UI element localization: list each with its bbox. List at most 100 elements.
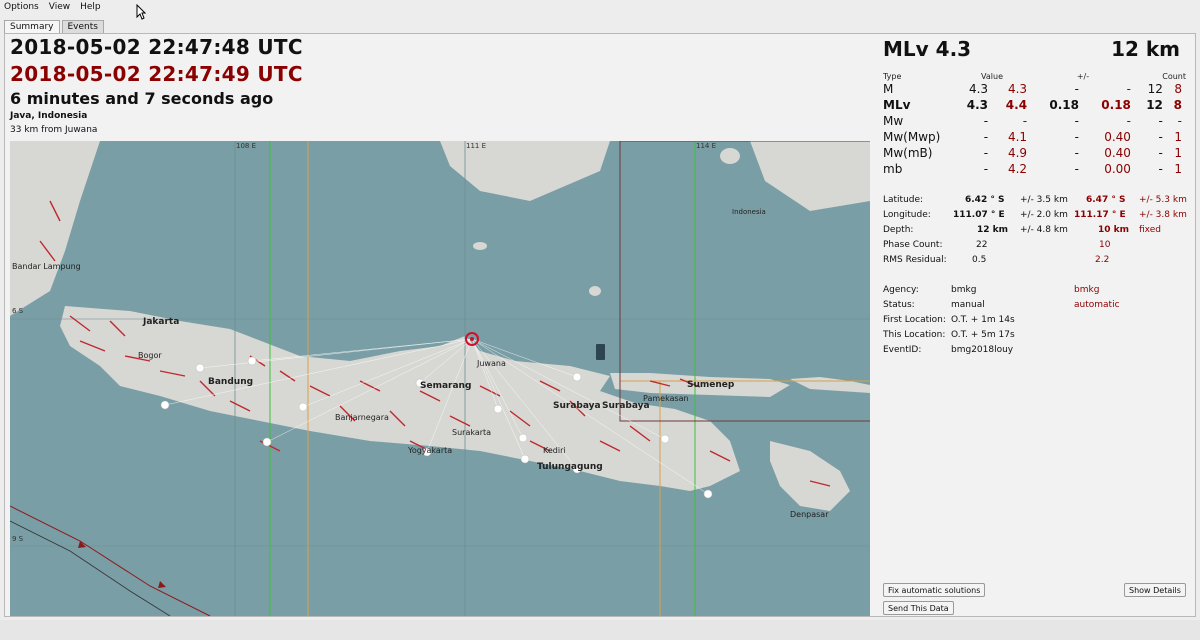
magnitude-row: M 4.3 4.3 - - 12 8 xyxy=(883,81,1186,97)
location-block: Latitude: 6.42 ° S +/- 3.5 km 6.47 ° S +… xyxy=(883,193,1188,268)
place-label: Bandar Lampung xyxy=(12,262,81,271)
magnitude-cell-type: Mw(Mwp) xyxy=(883,130,941,144)
origin-time-automatic: 2018-05-02 22:47:49 UTC xyxy=(10,62,303,86)
nearest-city: 33 km from Juwana xyxy=(10,125,98,135)
menu-help[interactable]: Help xyxy=(80,2,101,12)
region-name: Java, Indonesia xyxy=(10,111,88,121)
land-borneo xyxy=(440,141,610,201)
send-data-button[interactable]: Send This Data xyxy=(883,601,954,615)
magnitude-cell-c1: - xyxy=(1158,114,1163,128)
magnitude-row: Mw(mB) -4.9-0.40-1 xyxy=(883,145,1186,161)
magnitude-cell-c2: 1 xyxy=(1174,130,1182,144)
magnitude-cell-v1: - xyxy=(983,114,989,128)
magnitude-cell-type: Mw(mB) xyxy=(883,146,933,160)
menu-bar: Options View Help xyxy=(0,0,1200,14)
fix-automatic-button[interactable]: Fix automatic solutions xyxy=(883,583,986,597)
tab-summary[interactable]: Summary xyxy=(4,20,60,34)
origin-info-block: Agency: bmkg bmkg Status: manual automat… xyxy=(883,283,1188,358)
magnitude-cell-type: mb xyxy=(883,162,903,176)
magnitude-cell-v2: 4.4 xyxy=(1005,98,1028,112)
magnitude-cell-c1: - xyxy=(1158,130,1163,144)
magnitude-cell-v2: - xyxy=(1022,114,1028,128)
menu-options[interactable]: Options xyxy=(4,2,39,12)
land-java xyxy=(60,306,740,491)
col-type: Type xyxy=(883,71,902,81)
magnitude-cell-v1: - xyxy=(983,146,989,160)
magnitude-row: Mw - - - - - - xyxy=(883,113,1186,129)
tab-events[interactable]: Events xyxy=(61,20,104,34)
magnitude-cell-e2: - xyxy=(1126,82,1131,96)
magnitude-table: Type Value +/- Count M 4.3 4.3- -12 8 MLv 4.3 4… xyxy=(883,71,1186,177)
depth-headline: 12 km xyxy=(1111,37,1180,61)
land-bali xyxy=(770,441,850,511)
phase-count-row: Phase Count: 22 10 xyxy=(883,240,1111,250)
col-count: Count xyxy=(1162,71,1186,81)
magnitude-cell-c1: - xyxy=(1158,162,1163,176)
magnitude-cell-c2: - xyxy=(1177,114,1182,128)
menu-view[interactable]: View xyxy=(49,2,70,12)
magnitude-cell-v1: 4.3 xyxy=(968,82,989,96)
grid-label-lat: 9 S xyxy=(12,535,24,543)
show-details-button[interactable]: Show Details xyxy=(1124,583,1186,597)
origin-summary: MLv 4.3 12 km Type Value +/- Count M 4.3 4… xyxy=(880,35,1190,615)
col-value: Value xyxy=(981,71,1004,81)
first-location-row: First Location: O.T. + 1m 14s xyxy=(883,315,1015,325)
magnitude-cell-c2: 8 xyxy=(1173,98,1182,112)
agency-row: Agency: bmkg bmkg xyxy=(883,285,1100,295)
magnitude-cell-type: M xyxy=(883,82,894,96)
this-location-row: This Location: O.T. + 5m 17s xyxy=(883,330,1015,340)
magnitude-cell-v1: - xyxy=(983,130,989,144)
place-label: Indonesia xyxy=(732,208,766,216)
magnitude-cell-e2: 0.00 xyxy=(1104,162,1131,176)
place-label: Juwana xyxy=(477,359,506,368)
origin-time: 2018-05-02 22:47:48 UTC xyxy=(10,35,303,59)
magnitude-cell-v2: 4.3 xyxy=(1007,82,1028,96)
rms-row: RMS Residual: 0.5 2.2 xyxy=(883,255,1110,265)
magnitude-cell-c1: 12 xyxy=(1147,82,1163,96)
depth-row: Depth: 12 km +/- 4.8 km 10 km fixed xyxy=(883,225,1161,235)
magnitude-cell-e2: 0.40 xyxy=(1104,130,1131,144)
magnitude-cell-e1: - xyxy=(1074,114,1079,128)
magnitude-cell-c1: - xyxy=(1158,146,1163,160)
event-map[interactable]: 108 E 111 E 114 E 6 S 9 S Bandar Lampung… xyxy=(10,141,870,616)
magnitude-cell-e1: 0.18 xyxy=(1049,98,1079,112)
place-label: Surabaya xyxy=(553,401,601,411)
magnitude-cell-c2: 1 xyxy=(1174,162,1182,176)
grid-label-lon: 111 E xyxy=(466,142,487,150)
grid-label-lon: 108 E xyxy=(236,142,257,150)
grid-label-lon: 114 E xyxy=(696,142,717,150)
time-ago: 6 minutes and 7 seconds ago xyxy=(10,89,274,108)
magnitude-cell-c1: 12 xyxy=(1146,98,1163,112)
land-sumatra xyxy=(10,141,100,316)
magnitude-cell-v2: 4.2 xyxy=(1007,162,1028,176)
place-label: Tulungagung xyxy=(537,462,603,472)
magnitude-cell-v1: - xyxy=(983,162,989,176)
tab-bar: Summary Events xyxy=(4,20,106,34)
magnitude-cell-v2: 4.1 xyxy=(1007,130,1028,144)
magnitude-cell-e2: 0.40 xyxy=(1104,146,1131,160)
place-label: Semarang xyxy=(420,381,472,391)
magnitude-row: Mw(Mwp) -4.1-0.40-1 xyxy=(883,129,1186,145)
magnitude-cell-c2: 8 xyxy=(1174,82,1182,96)
place-label: Kediri xyxy=(543,446,566,455)
col-pm: +/- xyxy=(1076,71,1090,81)
magnitude-cell-c2: 1 xyxy=(1174,146,1182,160)
status-row: Status: manual automatic xyxy=(883,300,1120,310)
magnitude-cell-type: Mw xyxy=(883,114,904,128)
place-label: Yogyakarta xyxy=(408,446,453,455)
place-label: Bogor xyxy=(138,351,162,360)
magnitude-cell-e1: - xyxy=(1074,130,1079,144)
place-label: Banjarnegara xyxy=(335,413,389,422)
place-label: Jakarta xyxy=(143,317,180,327)
event-id-row: EventID: bmg2018louy xyxy=(883,345,1014,355)
place-label: Sumenep xyxy=(687,380,735,390)
mouse-cursor-icon xyxy=(136,4,146,20)
magnitude-cell-v1: 4.3 xyxy=(966,98,989,112)
magnitude-cell-e2: - xyxy=(1126,114,1131,128)
magnitude-row: mb -4.2-0.00-1 xyxy=(883,161,1186,177)
place-label: Bandung xyxy=(208,377,254,387)
place-label: Surakarta xyxy=(452,428,492,437)
magnitude-cell-e1: - xyxy=(1074,82,1079,96)
place-label: Denpasar xyxy=(790,510,829,519)
land-kangean xyxy=(790,377,870,393)
